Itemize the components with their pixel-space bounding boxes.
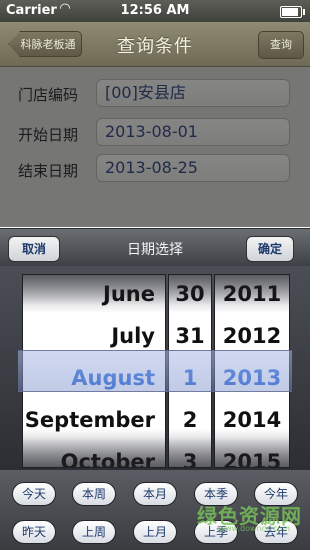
battery-icon [280,6,305,18]
modal-dim-overlay [0,67,310,227]
last-month-button[interactable]: 上月 [133,520,177,544]
day-option[interactable]: 2 [169,399,211,441]
last-week-button[interactable]: 上周 [72,520,116,544]
today-button[interactable]: 今天 [12,482,56,506]
picker-selection-bar [18,350,292,392]
this-week-button[interactable]: 本周 [72,482,116,506]
status-bar: Carrier ◠ 12:56 AM [0,0,310,22]
cancel-button[interactable]: 取消 [8,236,60,262]
month-option[interactable]: October [23,441,165,467]
navigation-bar: 科脉老板通 查询条件 查询 [0,22,310,67]
year-option[interactable]: 2011 [215,275,289,315]
day-option[interactable]: 30 [169,275,211,315]
page-title: 查询条件 [117,36,193,57]
year-option[interactable]: 2014 [215,399,289,441]
picker-title: 日期选择 [127,242,183,258]
status-time: 12:56 AM [120,3,190,18]
confirm-button[interactable]: 确定 [246,236,294,262]
month-option[interactable]: September [23,399,165,441]
picker-toolbar: 取消 日期选择 确定 [0,228,310,267]
yesterday-button[interactable]: 昨天 [12,520,56,544]
query-button[interactable]: 查询 [258,31,304,59]
month-option[interactable]: June [23,275,165,315]
year-option[interactable]: 2015 [215,441,289,467]
watermark-url: www.downcc.com [218,524,290,533]
day-option[interactable]: 3 [169,441,211,467]
this-month-button[interactable]: 本月 [133,482,177,506]
back-button[interactable]: 科脉老板通 [8,31,82,57]
